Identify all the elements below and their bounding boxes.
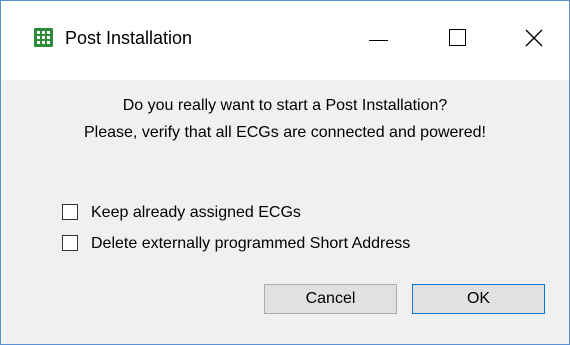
keep-assigned-ecgs-checkbox[interactable] (62, 204, 78, 220)
close-button[interactable] (498, 1, 568, 74)
maximize-icon (449, 29, 466, 46)
delete-short-address-label[interactable]: Delete externally programmed Short Addre… (91, 234, 410, 254)
verification-message: Please, verify that all ECGs are connect… (84, 124, 486, 141)
app-grid-icon (34, 28, 53, 47)
close-icon (525, 29, 543, 47)
maximize-button[interactable] (418, 1, 488, 74)
window-title: Post Installation (65, 28, 193, 48)
title-bar[interactable]: Post Installation (1, 1, 569, 80)
ok-button[interactable]: OK (412, 284, 545, 314)
minimize-icon (369, 40, 388, 41)
confirmation-message: Do you really want to start a Post Insta… (122, 97, 448, 114)
delete-short-address-checkbox[interactable] (62, 235, 78, 251)
minimize-button[interactable] (341, 1, 411, 74)
cancel-button[interactable]: Cancel (264, 284, 397, 314)
keep-assigned-ecgs-label[interactable]: Keep already assigned ECGs (91, 203, 301, 223)
post-installation-dialog: Post Installation Do you really want to … (0, 0, 570, 345)
